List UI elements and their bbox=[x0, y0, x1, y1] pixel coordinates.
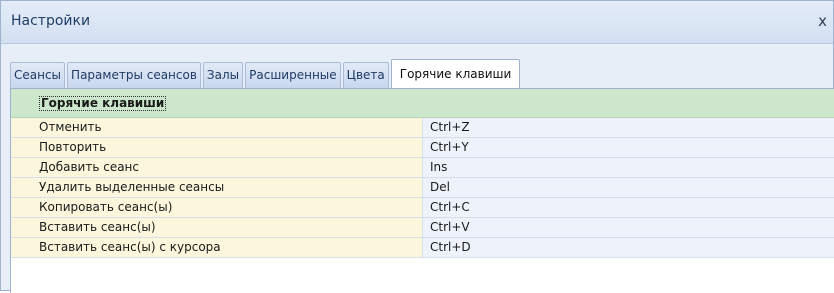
hotkey-row-undo[interactable]: Отменить Ctrl+Z bbox=[11, 118, 834, 138]
tab-sessions[interactable]: Сеансы bbox=[10, 62, 66, 88]
action-cell[interactable]: Вставить сеанс(ы) с курсора bbox=[11, 238, 423, 257]
hotkey-row-add-session[interactable]: Добавить сеанс Ins bbox=[11, 158, 834, 178]
hotkey-row-paste-sessions[interactable]: Вставить сеанс(ы) Ctrl+V bbox=[11, 218, 834, 238]
action-cell[interactable]: Отменить bbox=[11, 118, 423, 137]
tab-session-params[interactable]: Параметры сеансов bbox=[67, 62, 201, 88]
tab-hotkeys[interactable]: Горячие клавиши bbox=[390, 59, 521, 88]
tab-halls[interactable]: Залы bbox=[202, 62, 244, 88]
hotkey-row-paste-from-cursor[interactable]: Вставить сеанс(ы) с курсора Ctrl+D bbox=[11, 238, 834, 258]
action-cell[interactable]: Повторить bbox=[11, 138, 423, 157]
key-cell[interactable]: Ins bbox=[423, 158, 834, 177]
action-cell[interactable]: Вставить сеанс(ы) bbox=[11, 218, 423, 237]
hotkeys-grid: Горячие клавиши Отменить Ctrl+Z Повторит… bbox=[10, 88, 834, 293]
action-cell[interactable]: Добавить сеанс bbox=[11, 158, 423, 177]
key-cell[interactable]: Ctrl+V bbox=[423, 218, 834, 237]
key-cell[interactable]: Ctrl+C bbox=[423, 198, 834, 217]
action-cell[interactable]: Копировать сеанс(ы) bbox=[11, 198, 423, 217]
group-header-label: Горячие клавиши bbox=[39, 96, 167, 111]
key-cell[interactable]: Del bbox=[423, 178, 834, 197]
tab-colors[interactable]: Цвета bbox=[342, 62, 389, 88]
key-cell[interactable]: Ctrl+D bbox=[423, 238, 834, 257]
hotkey-row-copy-sessions[interactable]: Копировать сеанс(ы) Ctrl+C bbox=[11, 198, 834, 218]
hotkey-row-delete-sessions[interactable]: Удалить выделенные сеансы Del bbox=[11, 178, 834, 198]
close-icon[interactable]: x bbox=[818, 12, 827, 30]
hotkey-row-redo[interactable]: Повторить Ctrl+Y bbox=[11, 138, 834, 158]
group-header[interactable]: Горячие клавиши bbox=[11, 89, 834, 118]
key-cell[interactable]: Ctrl+Y bbox=[423, 138, 834, 157]
action-cell[interactable]: Удалить выделенные сеансы bbox=[11, 178, 423, 197]
title-bar: Настройки x bbox=[1, 1, 833, 44]
tab-strip: Сеансы Параметры сеансов Залы Расширенны… bbox=[10, 58, 522, 88]
settings-window: Настройки x Сеансы Параметры сеансов Зал… bbox=[0, 0, 834, 293]
key-cell[interactable]: Ctrl+Z bbox=[423, 118, 834, 137]
window-title: Настройки bbox=[11, 13, 91, 29]
tab-advanced[interactable]: Расширенные bbox=[245, 62, 341, 88]
